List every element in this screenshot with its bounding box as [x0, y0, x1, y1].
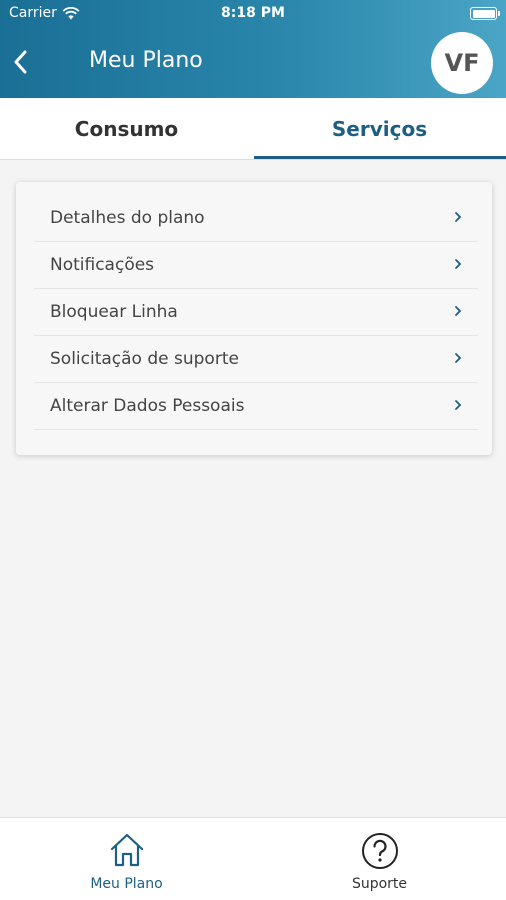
- services-menu-card: Detalhes do plano Notificações Bloquear …: [16, 182, 492, 455]
- menu-item-label: Detalhes do plano: [50, 208, 205, 228]
- menu-item-label: Solicitação de suporte: [50, 349, 239, 369]
- status-time: 8:18 PM: [221, 5, 285, 21]
- home-icon: [110, 833, 143, 867]
- chevron-right-icon: [455, 400, 462, 410]
- back-button[interactable]: [8, 46, 32, 78]
- menu-item-alterar-dados-pessoais[interactable]: Alterar Dados Pessoais: [34, 383, 478, 430]
- chevron-right-icon: [455, 259, 462, 269]
- chevron-right-icon: [455, 212, 462, 222]
- app-header: Carrier 8:18 PM Meu Plano VF: [0, 0, 506, 98]
- chevron-right-icon: [455, 353, 462, 363]
- menu-item-bloquear-linha[interactable]: Bloquear Linha: [34, 289, 478, 336]
- menu-item-label: Notificações: [50, 255, 155, 275]
- tab-bar: Consumo Serviços: [0, 98, 506, 160]
- menu-item-label: Bloquear Linha: [50, 302, 178, 322]
- avatar[interactable]: VF: [431, 32, 493, 94]
- nav-item-suporte[interactable]: Suporte: [253, 818, 506, 900]
- battery-icon: [470, 7, 500, 20]
- menu-item-label: Alterar Dados Pessoais: [50, 396, 245, 416]
- page-title: Meu Plano: [89, 48, 203, 73]
- question-circle-icon: [361, 833, 398, 869]
- status-bar: Carrier 8:18 PM: [0, 0, 506, 28]
- menu-item-notificacoes[interactable]: Notificações: [34, 242, 478, 289]
- nav-label: Meu Plano: [90, 876, 163, 892]
- tab-consumo[interactable]: Consumo: [0, 98, 253, 160]
- menu-item-solicitacao-de-suporte[interactable]: Solicitação de suporte: [34, 336, 478, 383]
- nav-item-meu-plano[interactable]: Meu Plano: [0, 818, 253, 900]
- menu-item-detalhes-do-plano[interactable]: Detalhes do plano: [34, 195, 478, 242]
- bottom-nav: Meu Plano Suporte: [0, 817, 506, 900]
- tab-servicos[interactable]: Serviços: [253, 98, 506, 160]
- nav-label: Suporte: [351, 876, 408, 892]
- chevron-right-icon: [455, 306, 462, 316]
- active-tab-indicator: [254, 156, 506, 159]
- chevron-left-icon: [14, 50, 27, 74]
